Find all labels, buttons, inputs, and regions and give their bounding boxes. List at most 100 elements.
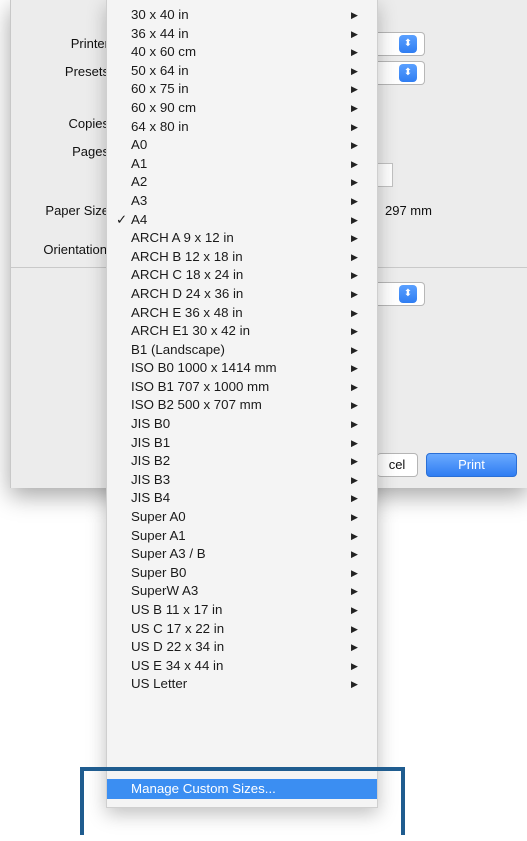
paper-size-item[interactable]: Super A0 ▶: [107, 508, 377, 527]
submenu-arrow-icon: ▶: [351, 288, 358, 299]
submenu-arrow-icon: ▶: [351, 121, 358, 132]
paper-size-item-label: JIS B1: [131, 434, 171, 450]
paper-size-item[interactable]: ISO B0 1000 x 1414 mm ▶: [107, 359, 377, 378]
printer-popup[interactable]: ⬍: [377, 32, 425, 56]
presets-popup[interactable]: ⬍: [377, 61, 425, 85]
paper-size-item-label: Super A3 / B: [131, 546, 206, 562]
submenu-arrow-icon: ▶: [351, 567, 358, 578]
presets-label: Presets: [64, 64, 109, 79]
paper-size-item-label: ARCH B 12 x 18 in: [131, 248, 243, 264]
submenu-arrow-icon: ▶: [351, 344, 358, 355]
paper-size-item-label: 30 x 40 in: [131, 7, 189, 22]
paper-size-item[interactable]: ARCH D 24 x 36 in ▶: [107, 285, 377, 304]
cancel-button[interactable]: cel: [377, 453, 418, 477]
paper-size-item-label: 36 x 44 in: [131, 25, 189, 41]
paper-size-item-label: SuperW A3: [131, 583, 199, 599]
paper-size-item[interactable]: ARCH E1 30 x 42 in ▶: [107, 322, 377, 341]
submenu-arrow-icon: ▶: [351, 363, 358, 374]
submenu-arrow-icon: ▶: [351, 158, 358, 169]
paper-size-item[interactable]: A0 ▶: [107, 136, 377, 155]
paper-size-dimension: 297 mm: [385, 203, 432, 218]
paper-size-item[interactable]: 50 x 64 in ▶: [107, 62, 377, 81]
paper-size-item[interactable]: ✓ A4 ▶: [107, 211, 377, 230]
paper-size-item[interactable]: JIS B4 ▶: [107, 489, 377, 508]
submenu-arrow-icon: ▶: [351, 251, 358, 262]
paper-size-item[interactable]: JIS B2 ▶: [107, 452, 377, 471]
paper-size-item[interactable]: ARCH B 12 x 18 in ▶: [107, 248, 377, 267]
paper-size-item[interactable]: JIS B3 ▶: [107, 471, 377, 490]
paper-size-item-label: A4: [131, 211, 148, 227]
paper-size-item[interactable]: ARCH E 36 x 48 in ▶: [107, 304, 377, 323]
submenu-arrow-icon: ▶: [351, 512, 358, 523]
paper-size-item[interactable]: US C 17 x 22 in ▶: [107, 620, 377, 639]
submenu-arrow-icon: ▶: [351, 10, 358, 20]
submenu-arrow-icon: ▶: [351, 660, 358, 671]
paper-size-item-label: Super A0: [131, 509, 186, 525]
submenu-arrow-icon: ▶: [351, 549, 358, 560]
paper-size-item-label: A3: [131, 192, 148, 208]
paper-size-item[interactable]: B1 (Landscape) ▶: [107, 341, 377, 360]
submenu-arrow-icon: ▶: [351, 307, 358, 318]
paper-size-item-label: ISO B0 1000 x 1414 mm: [131, 360, 277, 376]
paper-size-item[interactable]: JIS B0 ▶: [107, 415, 377, 434]
submenu-arrow-icon: ▶: [351, 102, 358, 113]
print-button[interactable]: Print: [426, 453, 517, 477]
submenu-arrow-icon: ▶: [351, 195, 358, 206]
orientation-label: Orientation: [43, 242, 107, 257]
paper-size-item-label: JIS B0: [131, 416, 171, 432]
paper-size-item[interactable]: US B 11 x 17 in ▶: [107, 601, 377, 620]
paper-size-item[interactable]: ISO B2 500 x 707 mm ▶: [107, 396, 377, 415]
paper-size-item[interactable]: Super A1 ▶: [107, 527, 377, 546]
options-popup[interactable]: ⬍: [377, 282, 425, 306]
submenu-arrow-icon: ▶: [351, 65, 358, 76]
checkmark-icon: ✓: [116, 211, 128, 227]
paper-size-item[interactable]: ARCH C 18 x 24 in ▶: [107, 266, 377, 285]
paper-size-item-label: ARCH E 36 x 48 in: [131, 304, 243, 320]
paper-size-list: 30 x 40 in ▶ 36 x 44 in ▶ 40 x 60 cm ▶ 50 x 64…: [107, 6, 377, 694]
paper-size-item[interactable]: US Letter ▶: [107, 675, 377, 694]
paper-size-item[interactable]: ARCH A 9 x 12 in ▶: [107, 229, 377, 248]
submenu-arrow-icon: ▶: [351, 84, 358, 95]
paper-size-item-label: JIS B2: [131, 453, 171, 469]
paper-size-item[interactable]: A3 ▶: [107, 192, 377, 211]
pages-field[interactable]: [377, 163, 393, 187]
paper-size-item[interactable]: SuperW A3 ▶: [107, 582, 377, 601]
paper-size-item-label: US E 34 x 44 in: [131, 657, 224, 673]
submenu-arrow-icon: ▶: [351, 400, 358, 411]
paper-size-item-label: 60 x 90 cm: [131, 99, 197, 115]
paper-size-item-label: Super A1: [131, 527, 186, 543]
paper-size-item-label: US B 11 x 17 in: [131, 602, 223, 617]
paper-size-item-label: A2: [131, 174, 148, 190]
paper-size-item[interactable]: 30 x 40 in ▶: [107, 6, 377, 25]
paper-size-item-label: JIS B3: [131, 471, 171, 487]
paper-size-item[interactable]: 40 x 60 cm ▶: [107, 43, 377, 62]
submenu-arrow-icon: ▶: [351, 381, 358, 392]
submenu-arrow-icon: ▶: [351, 28, 358, 39]
paper-size-item[interactable]: Super A3 / B ▶: [107, 545, 377, 564]
copies-label: Copies: [68, 116, 109, 131]
submenu-arrow-icon: ▶: [351, 47, 358, 58]
paper-size-item[interactable]: A1 ▶: [107, 155, 377, 174]
paper-size-item[interactable]: 64 x 80 in ▶: [107, 118, 377, 137]
submenu-arrow-icon: ▶: [351, 586, 358, 597]
paper-size-item-label: 60 x 75 in: [131, 81, 189, 97]
paper-size-item[interactable]: US E 34 x 44 in ▶: [107, 657, 377, 676]
submenu-arrow-icon: ▶: [351, 642, 358, 653]
chevron-updown-icon: ⬍: [399, 64, 417, 82]
submenu-arrow-icon: ▶: [351, 214, 358, 225]
submenu-arrow-icon: ▶: [351, 270, 358, 281]
paper-size-item[interactable]: US D 22 x 34 in ▶: [107, 638, 377, 657]
paper-size-item[interactable]: A2 ▶: [107, 173, 377, 192]
paper-size-item-label: ISO B1 707 x 1000 mm: [131, 378, 270, 394]
paper-size-item[interactable]: ISO B1 707 x 1000 mm ▶: [107, 378, 377, 397]
submenu-arrow-icon: ▶: [351, 623, 358, 634]
paper-size-item[interactable]: 60 x 90 cm ▶: [107, 99, 377, 118]
paper-size-item[interactable]: Super B0 ▶: [107, 564, 377, 583]
paper-size-item[interactable]: 36 x 44 in ▶: [107, 25, 377, 44]
chevron-updown-icon: ⬍: [399, 285, 417, 303]
paper-size-item-label: Super B0: [131, 564, 187, 580]
submenu-arrow-icon: ▶: [351, 679, 358, 690]
paper-size-item-label: US C 17 x 22 in: [131, 620, 225, 636]
paper-size-item[interactable]: 60 x 75 in ▶: [107, 80, 377, 99]
paper-size-item[interactable]: JIS B1 ▶: [107, 434, 377, 453]
